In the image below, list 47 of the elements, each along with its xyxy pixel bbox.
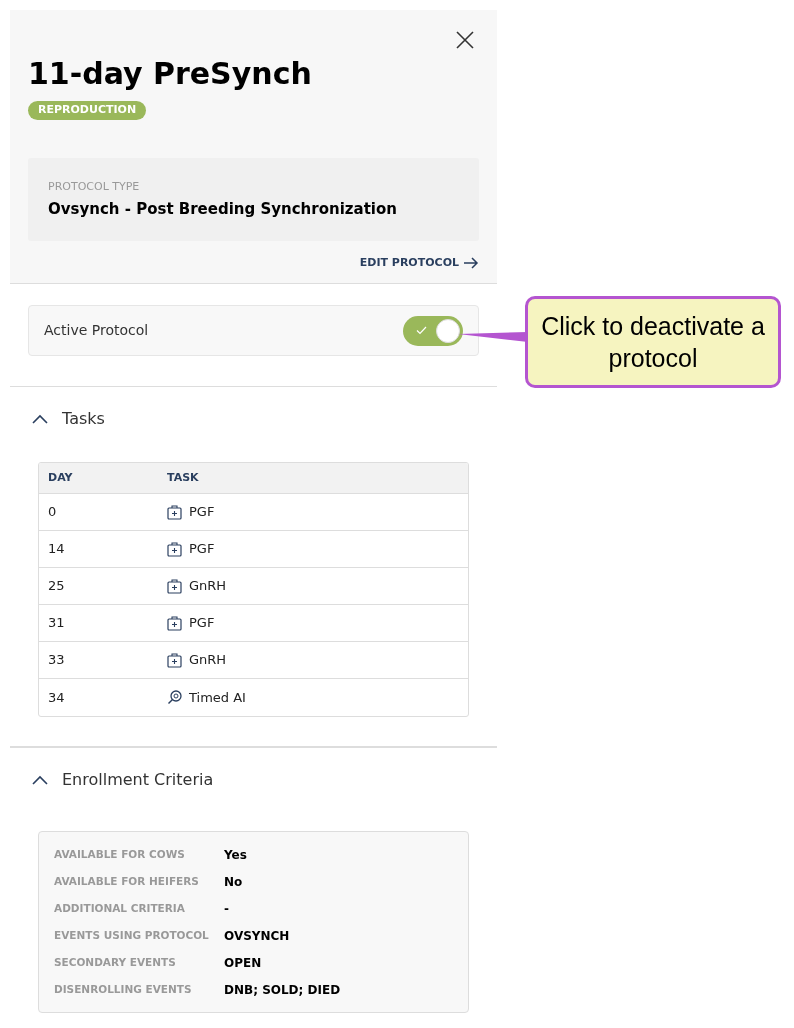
table-cell-text: 33 (47, 651, 66, 670)
table-cell-text: GnRH (189, 577, 227, 596)
chevron-up-icon (32, 775, 48, 785)
table-cell-text: 25 (47, 577, 66, 596)
table-cell-text: Timed AI (189, 688, 246, 707)
magnifier-icon (167, 690, 182, 705)
protocol-title: 11-day PreSynch (28, 56, 313, 92)
column-header: DAY (47, 469, 74, 486)
criteria-value: OVSYNCH (224, 927, 290, 945)
tasks-section-header[interactable]: Tasks (32, 407, 105, 431)
chevron-up-icon (32, 414, 48, 424)
column-header: TASK (167, 469, 199, 486)
category-badge: REPRODUCTION (28, 101, 147, 120)
medical-kit-icon (167, 541, 182, 557)
criteria-value: OPEN (224, 954, 262, 972)
edit-protocol-link[interactable]: EDIT PROTOCOL (359, 254, 479, 271)
criteria-label: AVAILABLE FOR COWS (54, 846, 186, 862)
criteria-value: Yes (224, 846, 247, 864)
criteria-value: No (224, 873, 243, 891)
medical-kit-icon (167, 615, 182, 631)
table-cell-text: PGF (189, 503, 215, 522)
table-cell-text: PGF (189, 614, 215, 633)
table-cell-text: 31 (47, 614, 66, 633)
medical-kit-icon (167, 652, 182, 668)
table-cell-text: GnRH (189, 651, 227, 670)
medical-kit-icon (167, 504, 182, 520)
protocol-type-label: PROTOCOL TYPE (48, 180, 141, 194)
check-icon (416, 325, 427, 335)
table-cell-text: 0 (47, 503, 58, 522)
enrollment-section-header[interactable]: Enrollment Criteria (32, 768, 214, 792)
table-cell-text: 14 (47, 540, 66, 559)
close-icon (455, 30, 475, 50)
criteria-label: SECONDARY EVENTS (54, 954, 177, 970)
criteria-label: ADDITIONAL CRITERIA (54, 900, 186, 916)
table-cell-text: 34 (47, 688, 66, 707)
toggle-switch[interactable] (403, 315, 463, 346)
criteria-value: - (224, 900, 229, 918)
criteria-label: AVAILABLE FOR HEIFERS (54, 873, 200, 889)
protocol-type-value: Ovsynch - Post Breeding Synchronization (48, 199, 398, 220)
criteria-value: DNB; SOLD; DIED (224, 981, 341, 999)
arrow-right-icon (463, 256, 479, 269)
criteria-label: DISENROLLING EVENTS (54, 981, 193, 997)
active-protocol-label: Active Protocol (44, 321, 149, 340)
table-cell-text: PGF (189, 540, 215, 559)
medical-kit-icon (167, 578, 182, 594)
callout-note: Click to deactivate a protocol (525, 296, 781, 388)
criteria-label: EVENTS USING PROTOCOL (54, 927, 210, 943)
